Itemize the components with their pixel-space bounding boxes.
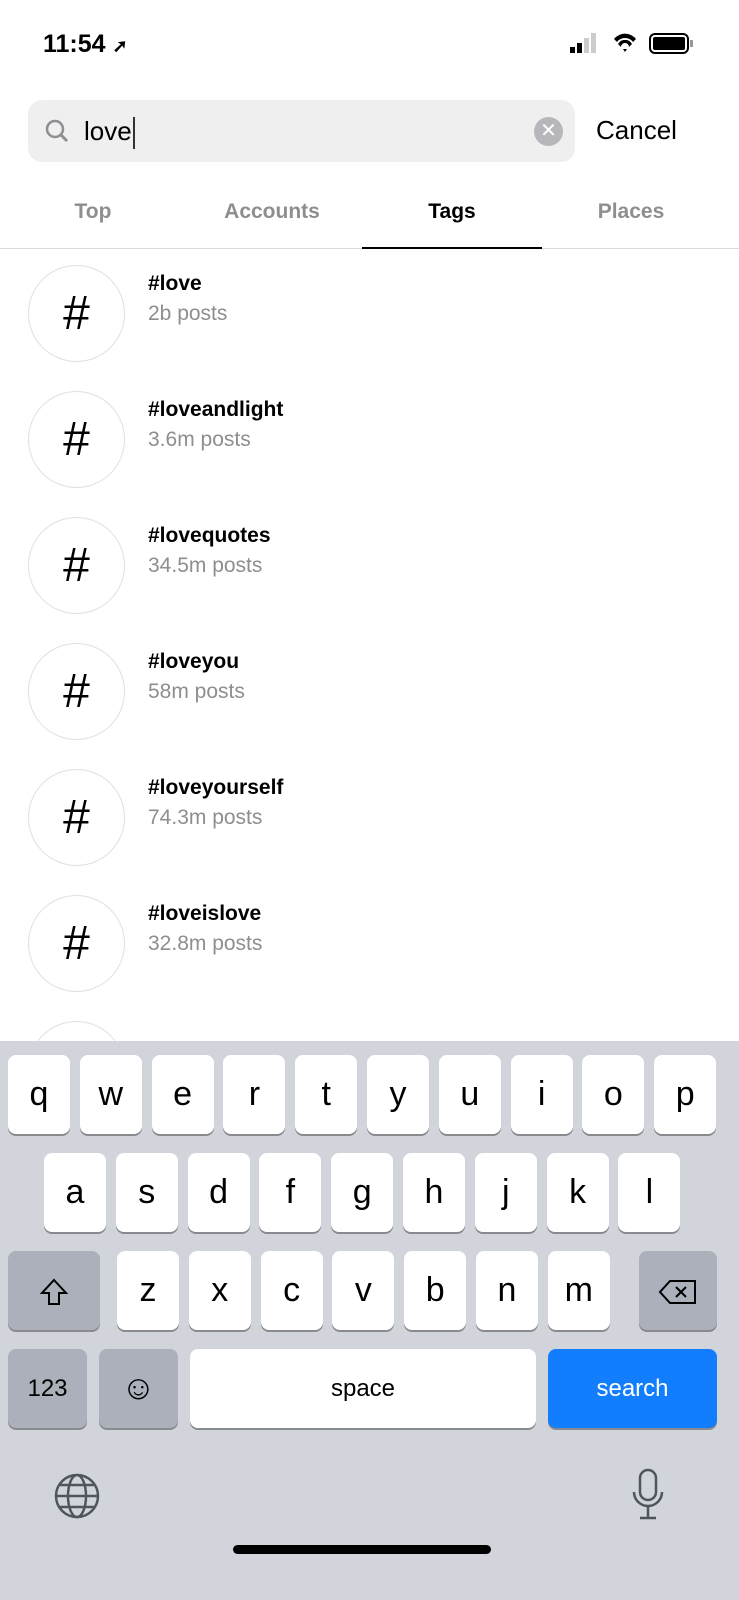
post-count: 32.8m posts: [148, 932, 263, 955]
key-x[interactable]: x: [188, 1251, 251, 1330]
tab-places[interactable]: Places: [541, 200, 721, 224]
search-icon: [45, 119, 69, 143]
list-item[interactable]: # #loveislove 32.8m posts: [0, 880, 739, 1006]
keyboard: q w e r t y u i o p a s d f g h j k l z x c v b n m 123 ☺ space searc…: [0, 1041, 739, 1600]
space-key[interactable]: space: [190, 1349, 536, 1428]
backspace-icon: [658, 1280, 696, 1305]
numbers-key[interactable]: 123: [8, 1349, 87, 1428]
search-key[interactable]: search: [548, 1349, 717, 1428]
key-c[interactable]: c: [260, 1251, 323, 1330]
key-v[interactable]: v: [332, 1251, 395, 1330]
list-item[interactable]: # #love 2b posts: [0, 250, 739, 376]
key-l[interactable]: l: [618, 1153, 681, 1232]
home-indicator[interactable]: [233, 1545, 491, 1554]
tag-name: #love: [148, 272, 202, 295]
tab-top[interactable]: Top: [3, 200, 183, 224]
tag-name: #loveyou: [148, 650, 240, 673]
hashtag-icon: #: [28, 391, 125, 488]
list-item[interactable]: # #lovequotes 34.5m posts: [0, 502, 739, 628]
key-t[interactable]: t: [295, 1055, 358, 1134]
post-count: 74.3m posts: [148, 806, 263, 829]
search-value: love: [84, 116, 135, 150]
key-d[interactable]: d: [187, 1153, 250, 1232]
key-j[interactable]: j: [474, 1153, 537, 1232]
key-s[interactable]: s: [115, 1153, 178, 1232]
post-count: 2b posts: [148, 302, 228, 325]
emoji-icon: ☺: [121, 1369, 156, 1407]
hashtag-icon: #: [28, 517, 125, 614]
list-item[interactable]: # #loveyou 58m posts: [0, 628, 739, 754]
microphone-icon[interactable]: [630, 1468, 666, 1527]
active-tab-indicator: [362, 247, 542, 249]
key-w[interactable]: w: [79, 1055, 142, 1134]
text-caret: [132, 117, 135, 150]
key-y[interactable]: y: [367, 1055, 429, 1134]
list-item[interactable]: # #loveyourself 74.3m posts: [0, 754, 739, 880]
status-icons: [570, 33, 695, 55]
key-m[interactable]: m: [547, 1251, 610, 1330]
hashtag-icon: #: [28, 769, 125, 866]
key-r[interactable]: r: [223, 1055, 286, 1134]
tag-name: #lovequotes: [148, 524, 271, 547]
post-count: 3.6m posts: [148, 428, 251, 451]
shift-key[interactable]: [8, 1251, 100, 1330]
delete-key[interactable]: [639, 1251, 717, 1330]
key-o[interactable]: o: [582, 1055, 645, 1134]
key-q[interactable]: q: [8, 1055, 70, 1134]
signal-wifi-battery-icon: [570, 33, 693, 54]
key-e[interactable]: e: [151, 1055, 214, 1134]
clear-icon[interactable]: ✕: [534, 117, 563, 146]
key-h[interactable]: h: [403, 1153, 465, 1232]
key-a[interactable]: a: [44, 1153, 106, 1232]
location-arrow-icon: ➚: [112, 36, 128, 56]
key-z[interactable]: z: [117, 1251, 179, 1330]
tag-name: #loveislove: [148, 902, 262, 925]
key-k[interactable]: k: [546, 1153, 609, 1232]
key-g[interactable]: g: [331, 1153, 394, 1232]
search-input[interactable]: love ✕: [28, 100, 575, 162]
hashtag-icon: #: [28, 265, 125, 362]
cancel-button[interactable]: Cancel: [596, 115, 677, 146]
hashtag-icon: #: [28, 895, 125, 992]
post-count: 58m posts: [148, 680, 245, 703]
hashtag-icon: #: [28, 643, 125, 740]
list-item[interactable]: # #loveandlight 3.6m posts: [0, 376, 739, 502]
time-text: 11:54: [43, 30, 106, 58]
key-n[interactable]: n: [476, 1251, 538, 1330]
key-i[interactable]: i: [510, 1055, 573, 1134]
post-count: 34.5m posts: [148, 554, 263, 577]
emoji-key[interactable]: ☺: [99, 1349, 178, 1428]
key-b[interactable]: b: [404, 1251, 467, 1330]
tag-name: #loveyourself: [148, 776, 284, 799]
key-f[interactable]: f: [259, 1153, 322, 1232]
shift-icon: [39, 1278, 69, 1306]
tag-name: #loveandlight: [148, 398, 284, 421]
key-p[interactable]: p: [654, 1055, 717, 1134]
key-u[interactable]: u: [438, 1055, 501, 1134]
tab-tags[interactable]: Tags: [362, 200, 542, 224]
globe-icon[interactable]: [53, 1472, 101, 1525]
tab-accounts[interactable]: Accounts: [182, 200, 362, 224]
status-time: 11:54 ➚: [43, 30, 128, 59]
